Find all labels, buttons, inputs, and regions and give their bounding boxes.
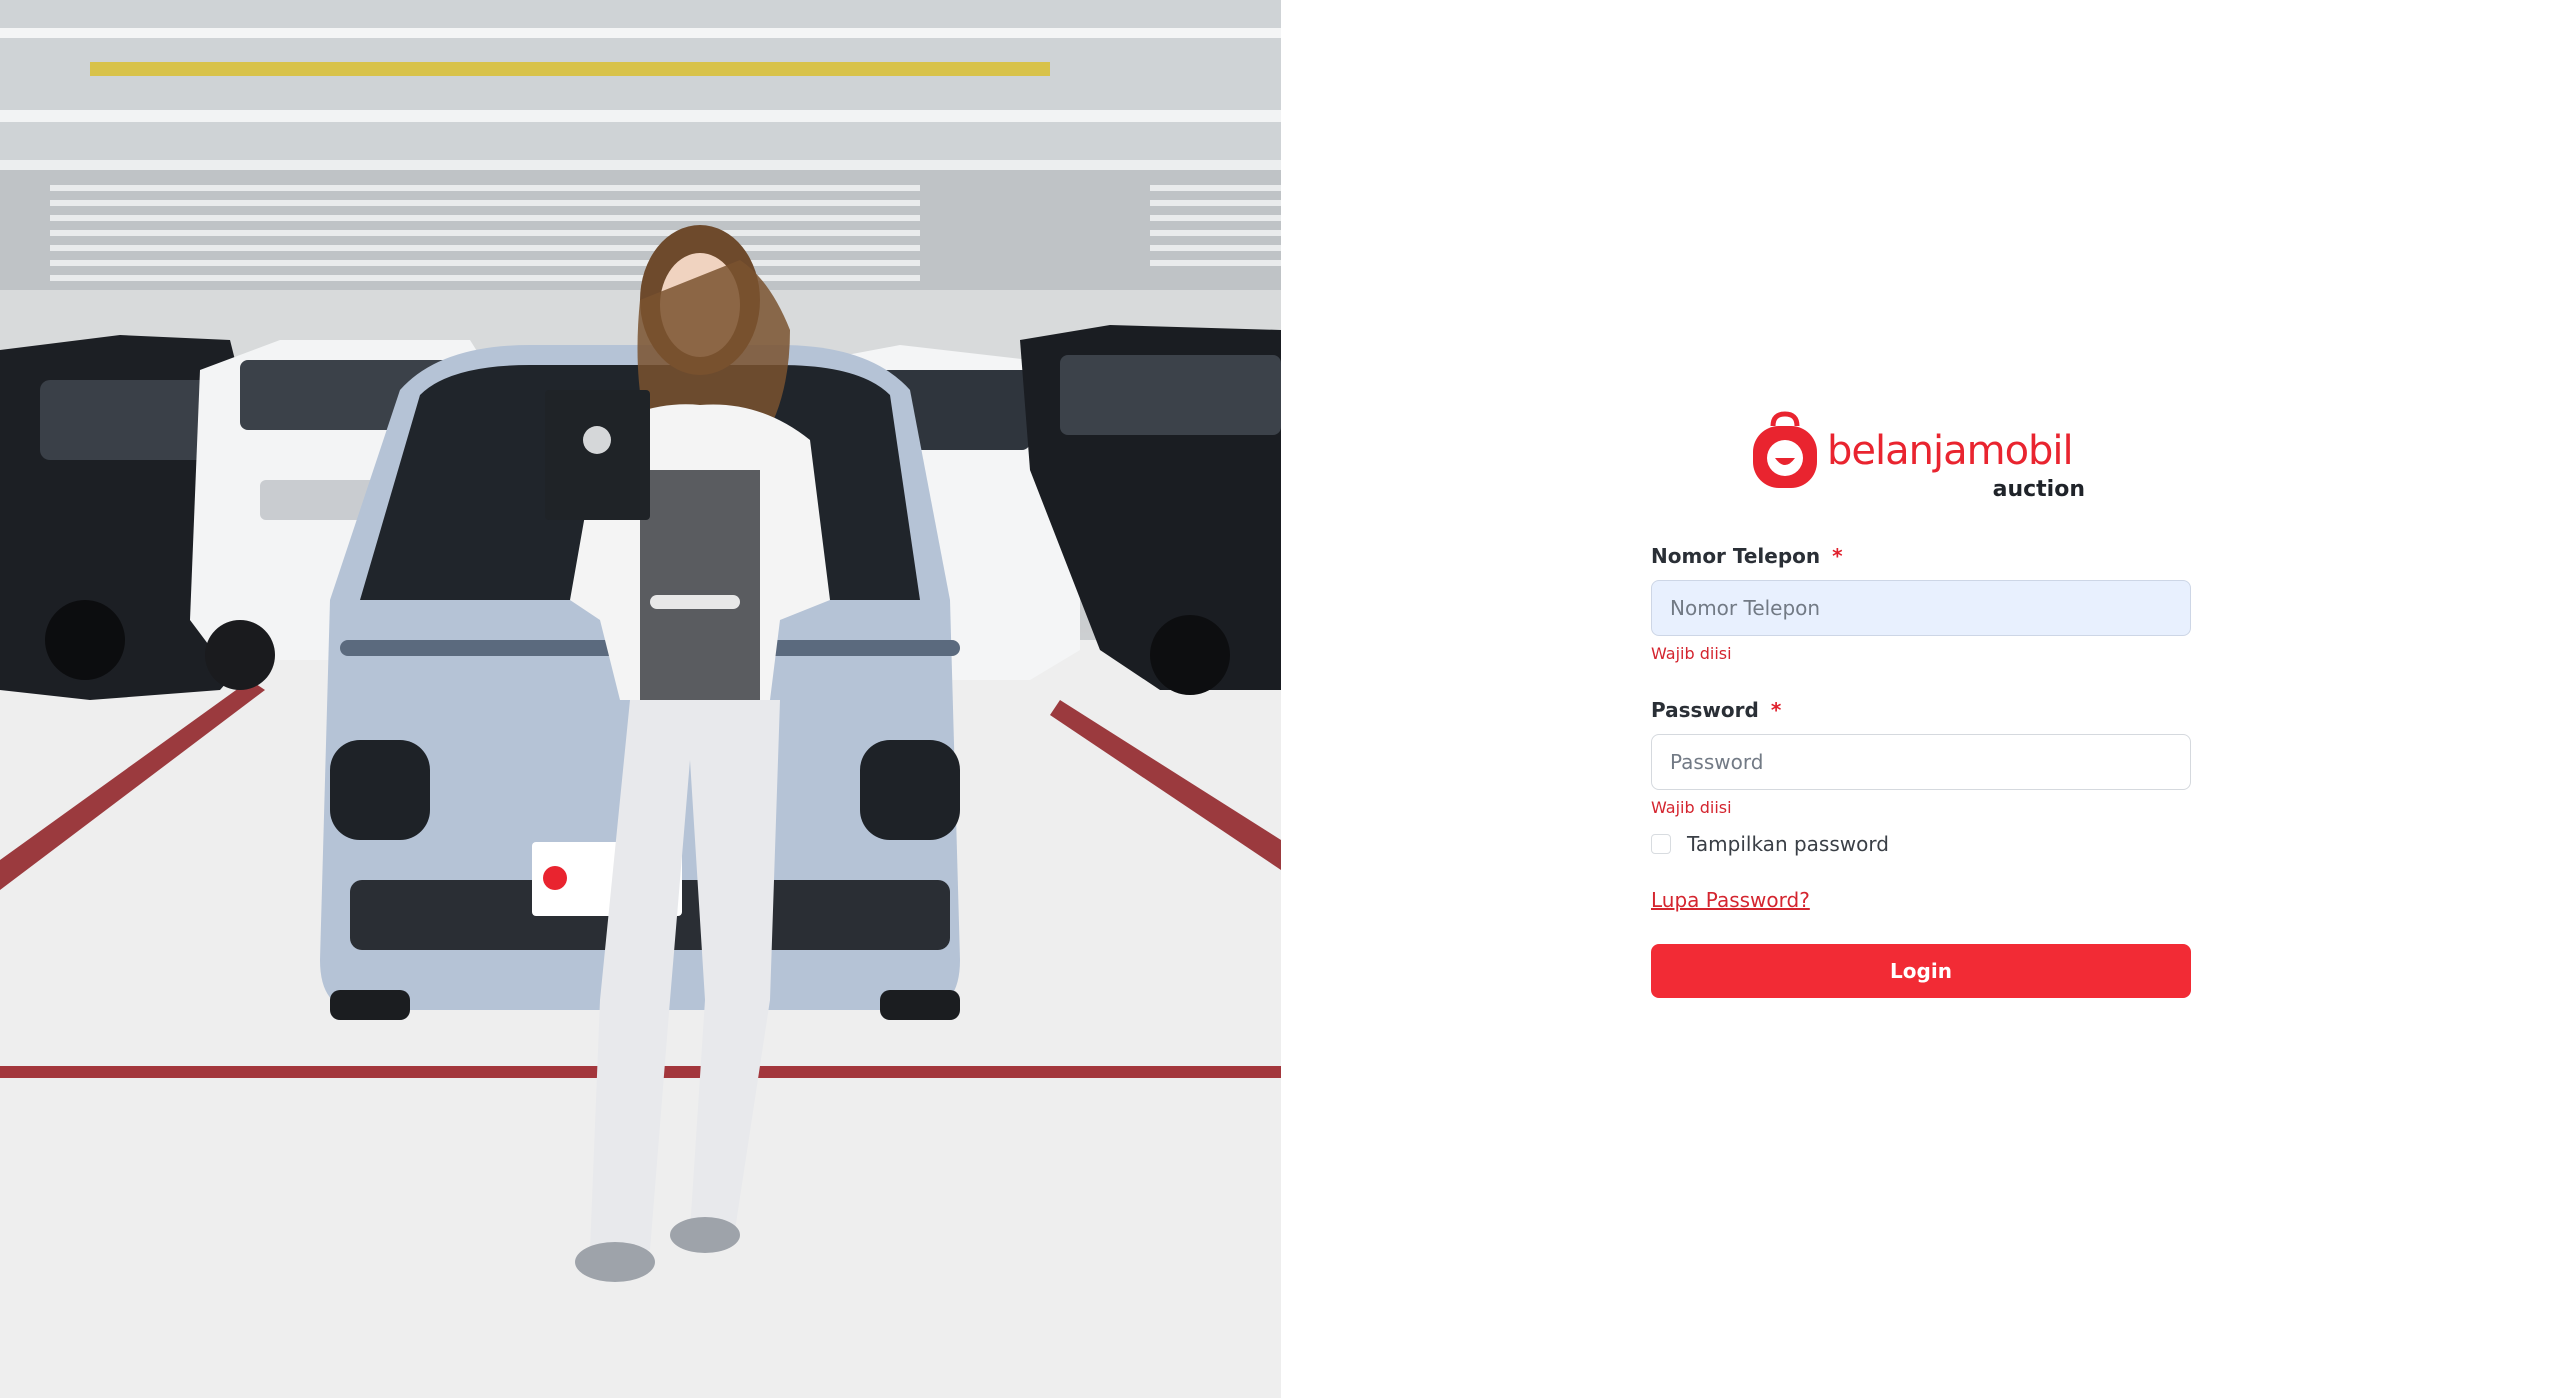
shopping-bag-icon: [1753, 411, 1817, 488]
password-label: Password *: [1651, 698, 1782, 722]
phone-error: Wajib diisi: [1651, 644, 1732, 663]
show-password-checkbox[interactable]: [1651, 834, 1671, 854]
show-password-label[interactable]: Tampilkan password: [1687, 832, 1889, 856]
password-input[interactable]: [1651, 734, 2191, 790]
login-page: belanjamobil auction Nomor Telepon * Waj…: [0, 0, 2561, 1398]
hero-image: [0, 0, 1281, 1398]
required-mark: *: [1770, 698, 1782, 722]
brand-logo: belanjamobil auction: [1651, 410, 2191, 502]
show-password-row[interactable]: Tampilkan password: [1651, 832, 2191, 856]
login-panel: belanjamobil auction Nomor Telepon * Waj…: [1281, 0, 2561, 1398]
login-button[interactable]: Login: [1651, 944, 2191, 998]
brand-sub: auction: [1993, 477, 2085, 502]
required-mark: *: [1832, 544, 1843, 568]
login-form: belanjamobil auction Nomor Telepon * Waj…: [1651, 410, 2191, 998]
phone-input[interactable]: [1651, 580, 2191, 636]
phone-label: Nomor Telepon *: [1651, 544, 1843, 568]
password-field-group: Password * Wajib diisi: [1651, 698, 2191, 818]
brand-name: belanjamobil: [1827, 428, 2073, 474]
phone-field-group: Nomor Telepon * Wajib diisi: [1651, 544, 2191, 664]
forgot-password-link[interactable]: Lupa Password?: [1651, 888, 1810, 912]
password-error: Wajib diisi: [1651, 798, 1732, 817]
